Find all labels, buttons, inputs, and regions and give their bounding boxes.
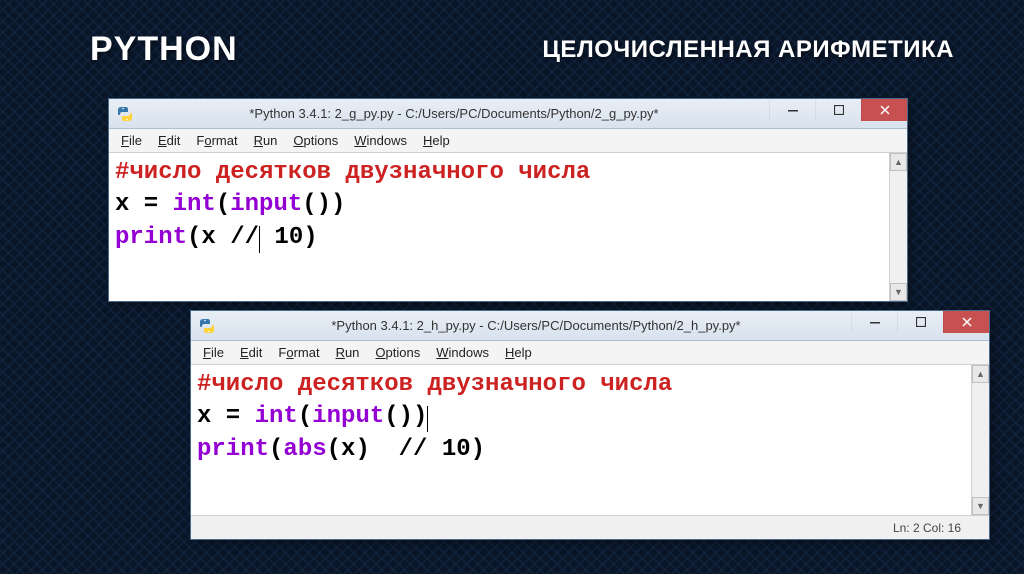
python-icon: [199, 318, 215, 334]
idle-window-2: *Python 3.4.1: 2_h_py.py - C:/Users/PC/D…: [190, 310, 990, 540]
code-comment: #число десятков двузначного числа: [115, 159, 590, 186]
scroll-down-icon[interactable]: ▼: [972, 497, 989, 515]
text-cursor: [427, 406, 428, 432]
maximize-button[interactable]: [815, 99, 861, 121]
menu-file[interactable]: File: [195, 343, 232, 362]
window-title: *Python 3.4.1: 2_h_py.py - C:/Users/PC/D…: [221, 318, 851, 333]
slide-subtitle: ЦЕЛОЧИСЛЕННАЯ АРИФМЕТИКА: [542, 36, 954, 69]
slide-header: PYTHON ЦЕЛОЧИСЛЕННАЯ АРИФМЕТИКА: [0, 0, 1024, 89]
code-editor[interactable]: #число десятков двузначного числа x = in…: [191, 365, 989, 515]
cursor-position: Ln: 2 Col: 16: [893, 521, 961, 535]
menu-help[interactable]: Help: [497, 343, 540, 362]
window-controls: [769, 99, 907, 128]
menu-run[interactable]: Run: [246, 131, 286, 150]
idle-window-1: *Python 3.4.1: 2_g_py.py - C:/Users/PC/D…: [108, 98, 908, 302]
close-button[interactable]: [861, 99, 907, 121]
menu-help[interactable]: Help: [415, 131, 458, 150]
scroll-up-icon[interactable]: ▲: [972, 365, 989, 383]
menu-run[interactable]: Run: [328, 343, 368, 362]
window-controls: [851, 311, 989, 340]
menu-file[interactable]: File: [113, 131, 150, 150]
menu-windows[interactable]: Windows: [346, 131, 415, 150]
statusbar: Ln: 2 Col: 16: [191, 515, 989, 539]
menu-options[interactable]: Options: [367, 343, 428, 362]
scroll-up-icon[interactable]: ▲: [890, 153, 907, 171]
close-button[interactable]: [943, 311, 989, 333]
menu-format[interactable]: Format: [188, 131, 245, 150]
scroll-down-icon[interactable]: ▼: [890, 283, 907, 301]
python-icon: [117, 106, 133, 122]
maximize-button[interactable]: [897, 311, 943, 333]
menubar: File Edit Format Run Options Windows Hel…: [109, 129, 907, 153]
window-title: *Python 3.4.1: 2_g_py.py - C:/Users/PC/D…: [139, 106, 769, 121]
menu-edit[interactable]: Edit: [150, 131, 188, 150]
vertical-scrollbar[interactable]: ▲ ▼: [971, 365, 989, 515]
titlebar[interactable]: *Python 3.4.1: 2_h_py.py - C:/Users/PC/D…: [191, 311, 989, 341]
code-editor[interactable]: #число десятков двузначного числа x = in…: [109, 153, 907, 301]
menu-edit[interactable]: Edit: [232, 343, 270, 362]
minimize-button[interactable]: [769, 99, 815, 121]
menu-options[interactable]: Options: [285, 131, 346, 150]
menubar: File Edit Format Run Options Windows Hel…: [191, 341, 989, 365]
slide-title: PYTHON: [90, 30, 238, 69]
titlebar[interactable]: *Python 3.4.1: 2_g_py.py - C:/Users/PC/D…: [109, 99, 907, 129]
code-comment: #число десятков двузначного числа: [197, 371, 672, 398]
menu-format[interactable]: Format: [270, 343, 327, 362]
vertical-scrollbar[interactable]: ▲ ▼: [889, 153, 907, 301]
minimize-button[interactable]: [851, 311, 897, 333]
menu-windows[interactable]: Windows: [428, 343, 497, 362]
